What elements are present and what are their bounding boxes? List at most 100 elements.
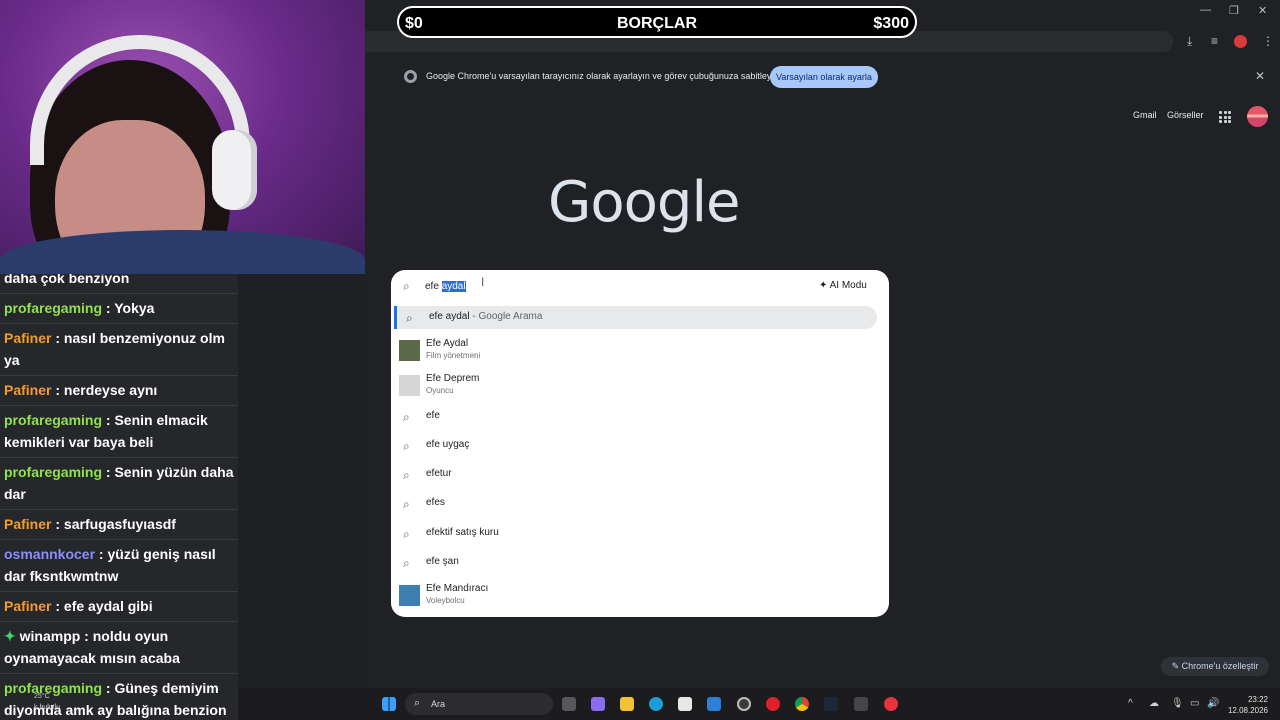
download-icon[interactable]: ⤓ bbox=[1187, 34, 1192, 49]
suggestion-item[interactable]: ⌕ efes bbox=[391, 492, 889, 515]
maximize-icon[interactable]: ❐ bbox=[1229, 4, 1239, 17]
suggestion-query: efetur bbox=[426, 468, 452, 479]
windows-start-icon[interactable] bbox=[382, 697, 396, 711]
copilot-icon[interactable] bbox=[591, 697, 605, 711]
chat-message: Pafiner : nerdeyse aynı bbox=[0, 376, 238, 406]
suggestion-text: efes bbox=[426, 497, 445, 508]
suggestion-item[interactable]: ⌕ efe şan bbox=[391, 551, 889, 574]
search-icon: ⌕ bbox=[403, 497, 410, 511]
suggestion-item[interactable]: ⌕ efe aydal - Google Arama bbox=[394, 306, 877, 329]
chat-text: daha çok benziyon bbox=[4, 274, 130, 286]
recorder-icon[interactable] bbox=[884, 697, 898, 711]
apps-grid-icon[interactable] bbox=[1219, 111, 1231, 123]
query-text: efe bbox=[425, 281, 442, 292]
clock-date: 12.08.2026 bbox=[1227, 706, 1268, 715]
suggestion-thumbnail bbox=[399, 340, 420, 361]
suggestion-item[interactable]: Efe Mandıracı Voleybolcu bbox=[391, 582, 889, 610]
customize-chrome-button[interactable]: ✎ Chrome'u özelleştir bbox=[1161, 657, 1269, 676]
steam-icon[interactable] bbox=[824, 697, 838, 711]
weather-widget[interactable]: 25°C k bulutlu bbox=[0, 690, 238, 720]
chat-username[interactable]: Pafiner bbox=[4, 330, 51, 346]
suggestion-item[interactable]: ⌕ efe uygaç bbox=[391, 434, 889, 457]
search-icon: ⌕ bbox=[403, 556, 410, 570]
chat-message: profaregaming : Senin yüzün daha dar bbox=[0, 458, 238, 510]
chat-message: ✦ winampp : noldu oyun oynamayacak mısın… bbox=[0, 622, 238, 674]
store-icon[interactable] bbox=[678, 697, 692, 711]
microphone-icon[interactable]: 🎙 bbox=[1171, 698, 1184, 709]
network-icon[interactable]: ▭ bbox=[1190, 698, 1199, 709]
chat-username[interactable]: profaregaming bbox=[4, 464, 102, 480]
suggestion-text: Efe Deprem bbox=[426, 373, 480, 384]
suggestion-item[interactable]: ⌕ efetur bbox=[391, 463, 889, 486]
chat-username[interactable]: Pafiner bbox=[4, 516, 51, 532]
chat-separator: : bbox=[51, 516, 64, 532]
chat-separator: : bbox=[102, 464, 115, 480]
search-box[interactable]: ⌕ efe aydal I ✦ AI Modu ⌕ efe aydal - Goo… bbox=[391, 270, 889, 617]
outlook-icon[interactable] bbox=[707, 697, 721, 711]
suggestion-item[interactable]: ⌕ efe bbox=[391, 405, 889, 428]
edge-icon[interactable] bbox=[649, 697, 663, 711]
menu-icon[interactable]: ⋮ bbox=[1262, 34, 1274, 48]
search-icon: ⌕ bbox=[406, 311, 413, 325]
suggestion-query: efe bbox=[426, 410, 440, 421]
debt-overlay: $0 BORÇLAR $300 bbox=[397, 6, 917, 38]
suggestion-text: efe uygaç bbox=[426, 439, 469, 450]
ai-mode-button[interactable]: ✦ AI Modu bbox=[819, 280, 867, 291]
suggestion-text: efe bbox=[426, 410, 440, 421]
webcam-feed bbox=[0, 0, 365, 274]
cloud-icon[interactable]: ☁ bbox=[1149, 698, 1159, 709]
stream-chat: daha çok benziyon profaregaming : Yokya Pa… bbox=[0, 274, 238, 720]
close-window-icon[interactable]: ✕ bbox=[1258, 4, 1267, 17]
suggestion-item[interactable]: Efe Deprem Oyuncu bbox=[391, 372, 889, 400]
file-explorer-icon[interactable] bbox=[620, 697, 634, 711]
chat-username[interactable]: winampp bbox=[20, 628, 81, 644]
tab-search-icon[interactable]: ≡ bbox=[1211, 34, 1218, 48]
chat-separator: : bbox=[80, 628, 93, 644]
suggestion-suffix: - Google Arama bbox=[469, 311, 543, 322]
opera-icon[interactable] bbox=[766, 697, 780, 711]
chat-username[interactable]: osmannkocer bbox=[4, 546, 95, 562]
suggestion-item[interactable]: Efe Aydal Film yönetmeni bbox=[391, 337, 889, 365]
suggestion-text: efetur bbox=[426, 468, 452, 479]
suggestion-item[interactable]: ⌕ efektif satış kuru bbox=[391, 522, 889, 545]
gmail-link[interactable]: Gmail bbox=[1133, 110, 1157, 120]
search-icon: ⌕ bbox=[403, 527, 410, 541]
suggestion-thumbnail bbox=[399, 375, 420, 396]
chat-username[interactable]: profaregaming bbox=[4, 412, 102, 428]
search-input[interactable]: ⌕ efe aydal I ✦ AI Modu bbox=[391, 270, 889, 302]
chevron-up-icon[interactable]: ^ bbox=[1128, 698, 1133, 709]
weather-temp: 25°C bbox=[34, 693, 50, 700]
close-icon[interactable]: ✕ bbox=[1255, 69, 1265, 83]
minimize-icon[interactable]: — bbox=[1200, 4, 1211, 16]
chat-separator: : bbox=[51, 330, 64, 346]
app-icon[interactable] bbox=[854, 697, 868, 711]
task-view-icon[interactable] bbox=[562, 697, 576, 711]
suggestion-text: Efe Aydal bbox=[426, 338, 469, 349]
suggestion-query: efe uygaç bbox=[426, 439, 470, 450]
profile-icon[interactable] bbox=[1234, 35, 1247, 48]
chat-message: Pafiner : sarfugasfuyıasdf bbox=[0, 510, 238, 540]
chat-message: profaregaming : Yokya bbox=[0, 294, 238, 324]
search-query[interactable]: efe aydal bbox=[425, 281, 466, 292]
suggestion-subtitle: Oyuncu bbox=[426, 386, 454, 395]
suggestion-text: efe aydal - Google Arama bbox=[429, 311, 542, 322]
avatar[interactable] bbox=[1247, 106, 1268, 127]
chat-username[interactable]: Pafiner bbox=[4, 382, 51, 398]
images-link[interactable]: Görseller bbox=[1167, 110, 1204, 120]
system-clock[interactable]: 23:22 12.08.2026 bbox=[1224, 694, 1268, 716]
chat-separator: : bbox=[95, 546, 108, 562]
set-default-button[interactable]: Varsayılan olarak ayarla bbox=[770, 66, 878, 88]
chat-username[interactable]: Pafiner bbox=[4, 598, 51, 614]
volume-icon[interactable]: 🔊 bbox=[1207, 698, 1219, 709]
chat-text: efe aydal gibi bbox=[63, 598, 153, 614]
chat-username[interactable]: profaregaming bbox=[4, 300, 102, 316]
chat-message: osmannkocer : yüzü geniş nasıl dar fksnt… bbox=[0, 540, 238, 592]
search-icon: ⌕ bbox=[403, 468, 410, 482]
suggestion-query: efe şan bbox=[426, 556, 459, 567]
chrome-taskbar-icon[interactable] bbox=[795, 697, 809, 711]
taskbar-search-icon: ⌕ bbox=[414, 697, 421, 709]
customize-label: Chrome'u özelleştir bbox=[1181, 661, 1259, 671]
taskbar-search[interactable] bbox=[405, 693, 553, 715]
obs-icon[interactable] bbox=[737, 697, 751, 711]
clock-time: 23:22 bbox=[1247, 695, 1268, 704]
